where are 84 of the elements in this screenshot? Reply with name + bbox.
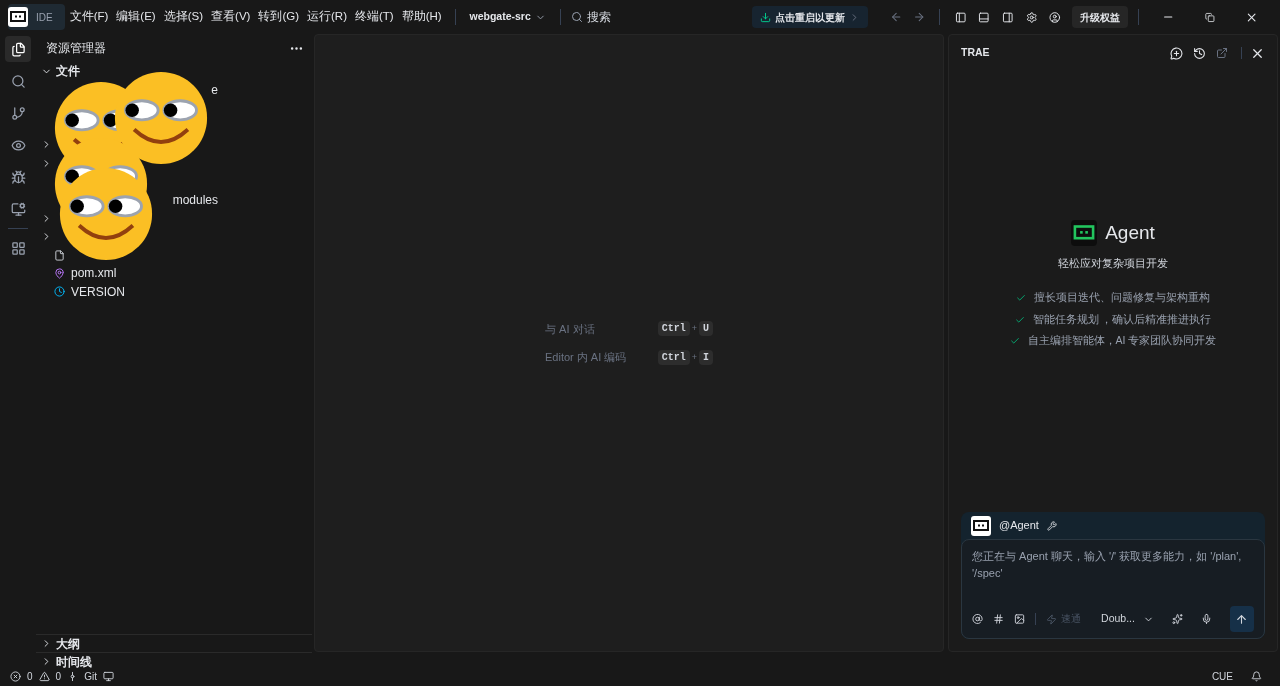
account-icon[interactable] [1049,10,1061,24]
tools-icon[interactable] [1046,520,1057,531]
tree-item[interactable]: modules [172,190,218,209]
cue-label[interactable]: CUE [1211,668,1233,684]
pin-icon [54,268,65,279]
lightning-icon [1046,613,1058,625]
mention-label: @Agent [999,518,1039,534]
error-icon[interactable] [10,670,21,682]
hash-icon[interactable] [993,613,1005,625]
settings-icon[interactable] [1025,10,1038,24]
tree-file[interactable]: pom.xml [36,264,117,283]
mic-icon[interactable] [1200,613,1212,625]
plus-sign: + [691,322,697,335]
search-field[interactable]: 搜索 [570,8,749,26]
key-cap: U [699,321,713,337]
agent-subtitle: 轻松应对复杂项目开发 [1058,256,1168,271]
menu-item[interactable]: 运行(R) [304,8,350,26]
logo-icon [8,7,28,27]
update-button[interactable]: 点击重启以更新 [752,6,869,28]
left-panel-icon[interactable] [954,10,967,24]
section-header[interactable]: 大纲 [36,634,312,652]
monitor-icon [10,201,26,217]
activity-button[interactable] [5,36,31,62]
panel-title: TRAE [961,45,991,61]
feature-text: 擅长项目迭代、问题修复与架构重构 [1034,290,1210,306]
feature-text: 自主编排智能体，AI 专家团队协同开发 [1027,333,1217,349]
bug-icon [10,169,26,185]
files-icon [10,41,26,57]
restore-icon[interactable] [1204,11,1215,23]
app-badge[interactable]: IDE [8,4,65,30]
menu-item[interactable]: 帮助(H) [398,8,445,26]
check-icon [1016,293,1026,304]
tree-file[interactable]: VERSION [36,282,125,301]
menu-item[interactable]: 文件(F) [66,8,112,26]
menu-item[interactable]: 终端(T) [351,8,397,26]
eye-icon [10,137,26,153]
tree-item[interactable]: e [211,80,218,99]
logo-icon [1071,219,1098,246]
model-selector[interactable]: Doub... [1101,611,1154,627]
bell-icon[interactable] [1251,670,1262,682]
key-cap: Ctrl [657,321,690,337]
key-cap: I [699,349,713,365]
download-icon [760,11,772,23]
warning-count[interactable]: 0 [55,668,62,684]
menu-item[interactable]: 转到(G) [255,8,302,26]
menu-item[interactable]: 查看(V) [208,8,254,26]
grid-icon [10,240,26,256]
key-cap: Ctrl [657,349,690,365]
new-chat-icon[interactable] [1170,46,1183,60]
check-icon [1014,314,1025,325]
error-count[interactable]: 0 [27,668,33,684]
send-button[interactable] [1230,606,1254,632]
right-panel-icon[interactable] [1002,10,1014,24]
feature-text: 智能任务规划 ，确认后精准推进执行 [1032,311,1212,327]
shortcut-label: 与 AI 对话 [545,321,596,337]
upgrade-button[interactable]: 升级权益 [1071,6,1128,28]
agent-title: Agent [1105,220,1155,245]
logo-icon [971,515,991,536]
clock-icon [54,286,65,298]
tree-folder[interactable]: 文件 [36,62,80,81]
shortcut-label: Editor 内 AI 编码 [545,350,628,365]
search-icon [10,73,26,89]
file-icon [54,249,65,261]
bottom-panel-icon[interactable] [978,10,990,24]
arrow-up-icon [1235,612,1249,626]
project-selector[interactable]: webgate-src [465,9,550,25]
back-icon[interactable] [890,10,903,24]
history-icon[interactable] [1193,46,1206,60]
git-label[interactable]: Git [84,668,97,684]
check-icon [1009,336,1020,347]
explorer-title: 资源管理器 [46,40,106,57]
image-icon[interactable] [1014,613,1026,625]
menu-item[interactable]: 编辑(E) [113,8,159,26]
mention-icon[interactable] [972,613,984,625]
forward-icon[interactable] [912,10,926,24]
menu-item[interactable]: 选择(S) [160,8,207,26]
plus-sign: + [691,350,697,364]
branch-icon [10,105,26,121]
sparkle-icon[interactable] [1171,613,1183,625]
warning-icon[interactable] [38,670,50,682]
external-icon[interactable] [1216,47,1228,59]
search-icon [570,11,583,23]
section-header[interactable]: 时间线 [36,652,312,670]
terminal-icon[interactable] [102,670,114,682]
